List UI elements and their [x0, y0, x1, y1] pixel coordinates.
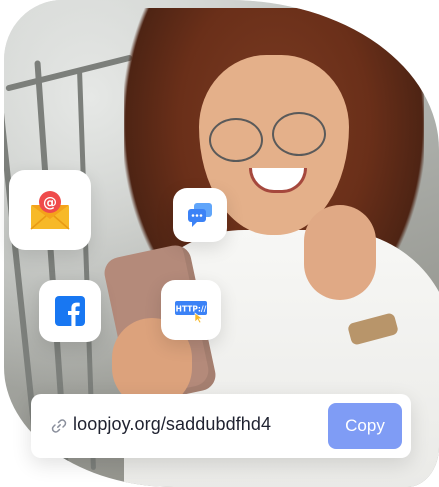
link-icon [51, 419, 67, 433]
http-label: HTTP:// [176, 305, 207, 314]
chat-share-tile[interactable] [173, 188, 227, 242]
http-link-tile[interactable]: HTTP:// [161, 280, 221, 340]
email-share-tile[interactable]: @ [9, 170, 91, 250]
facebook-share-tile[interactable] [39, 280, 101, 342]
share-card: @ HTTP:// loopjoy.org/saddubdfhd4 Copy [0, 0, 439, 487]
share-link-bar: loopjoy.org/saddubdfhd4 Copy [31, 394, 411, 458]
email-at-icon: @ [30, 191, 70, 230]
http-link-icon: HTTP:// [175, 301, 207, 323]
person-fist [304, 205, 376, 300]
glasses-lens [272, 112, 326, 156]
glasses-lens [209, 118, 263, 162]
facebook-icon [55, 296, 85, 326]
chat-bubbles-icon [188, 203, 212, 227]
copy-button[interactable]: Copy [328, 403, 402, 449]
svg-text:@: @ [43, 195, 57, 211]
share-url[interactable]: loopjoy.org/saddubdfhd4 [73, 414, 271, 435]
